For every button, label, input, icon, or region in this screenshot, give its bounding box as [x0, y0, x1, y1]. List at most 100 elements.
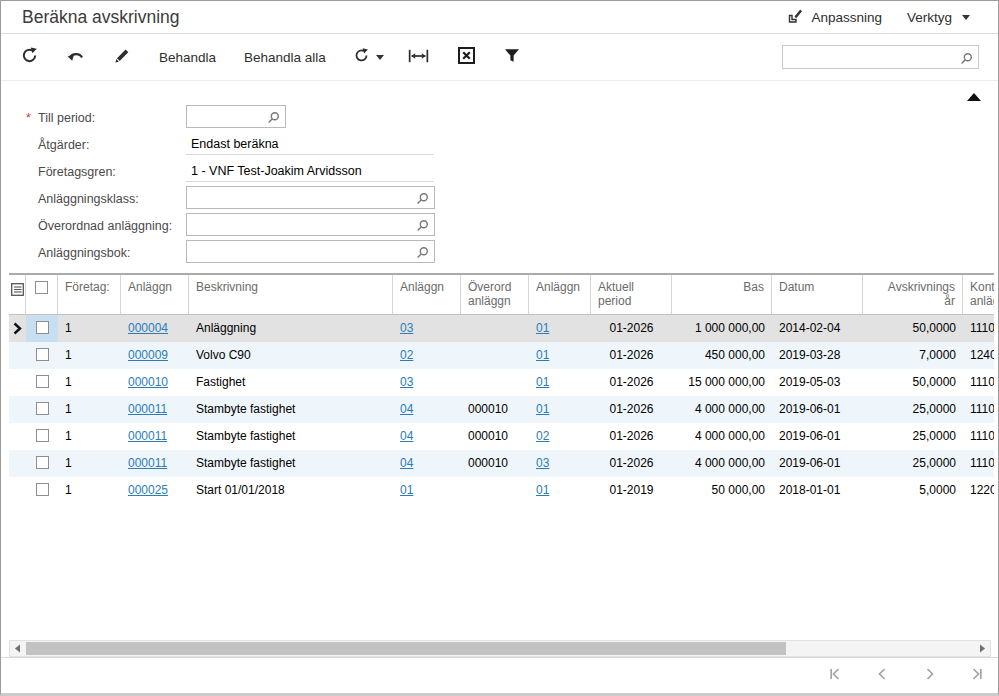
filter-button[interactable] [504, 48, 520, 67]
row-checkbox[interactable] [36, 402, 49, 415]
cell-basis[interactable]: 4 000 000,00 [672, 396, 772, 423]
grid-header-parent_asset[interactable]: Överord anläggn [461, 275, 529, 314]
process-button[interactable]: Behandla [159, 50, 216, 65]
cell-account[interactable]: 1110 [963, 423, 994, 450]
scrollbar-thumb[interactable] [26, 642, 786, 655]
lookup-search-icon[interactable] [416, 245, 429, 263]
link-asset_class[interactable]: 03 [400, 321, 413, 335]
link-asset[interactable]: 000010 [128, 375, 168, 389]
grid-header-description[interactable]: Beskrivning [189, 275, 393, 314]
cell-asset_class[interactable]: 01 [393, 477, 461, 504]
grid-header-rowicon[interactable] [9, 275, 26, 314]
cell-book[interactable]: 01 [529, 342, 591, 369]
row-checkbox[interactable] [36, 483, 49, 496]
cell-description[interactable]: Stambyte fastighet [189, 450, 393, 477]
edit-button[interactable] [114, 48, 130, 68]
cell-date[interactable]: 2018-01-01 [772, 477, 863, 504]
cell-account[interactable]: 1240 [963, 342, 994, 369]
cell-account[interactable]: 1110 [963, 450, 994, 477]
cell-period[interactable]: 01-2019 [591, 477, 672, 504]
table-row[interactable]: 1000011Stambyte fastighet040000100201-20… [9, 423, 994, 450]
grid-header-basis[interactable]: Bas [672, 275, 772, 314]
fit-width-button[interactable] [408, 49, 429, 67]
cell-description[interactable]: Start 01/01/2018 [189, 477, 393, 504]
cell-rate[interactable]: 50,0000 [863, 315, 963, 342]
link-asset_class[interactable]: 04 [400, 402, 413, 416]
cell-parent_asset[interactable] [461, 315, 529, 342]
scroll-left-icon[interactable] [10, 641, 26, 656]
lookup-search-icon[interactable] [416, 218, 429, 236]
export-excel-button[interactable] [458, 47, 475, 68]
grid-header-date[interactable]: Datum [772, 275, 863, 314]
link-book[interactable]: 01 [536, 402, 549, 416]
grid-header-account[interactable]: Kont anläg [963, 275, 994, 314]
cell-company[interactable]: 1 [58, 450, 121, 477]
link-asset[interactable]: 000009 [128, 348, 168, 362]
last-page-button[interactable] [969, 667, 984, 685]
cell-basis[interactable]: 4 000 000,00 [672, 423, 772, 450]
cell-asset[interactable]: 000010 [121, 369, 189, 396]
collapse-panel-icon[interactable] [967, 93, 981, 101]
lookup-input[interactable] [192, 189, 413, 206]
link-book[interactable]: 01 [536, 348, 549, 362]
lookup-search-icon[interactable] [416, 191, 429, 209]
cell-parent_asset[interactable]: 000010 [461, 450, 529, 477]
cell-basis[interactable]: 450 000,00 [672, 342, 772, 369]
cell-description[interactable]: Anläggning [189, 315, 393, 342]
cell-basis[interactable]: 50 000,00 [672, 477, 772, 504]
cell-book[interactable]: 01 [529, 315, 591, 342]
cell-book[interactable]: 02 [529, 423, 591, 450]
cell-book[interactable]: 01 [529, 396, 591, 423]
table-row[interactable]: 1000011Stambyte fastighet040000100301-20… [9, 450, 994, 477]
cell-rate[interactable]: 25,0000 [863, 450, 963, 477]
link-book[interactable]: 01 [536, 375, 549, 389]
link-asset[interactable]: 000011 [128, 429, 167, 443]
scroll-right-icon[interactable] [974, 641, 990, 656]
link-asset[interactable]: 000011 [128, 456, 167, 470]
row-checkbox[interactable] [36, 429, 49, 442]
cell-parent_asset[interactable] [461, 369, 529, 396]
cell-date[interactable]: 2019-06-01 [772, 396, 863, 423]
grid-header-asset[interactable]: Anläggn [121, 275, 189, 314]
row-checkbox[interactable] [36, 375, 49, 388]
cell-rate[interactable]: 7,0000 [863, 342, 963, 369]
lookup-input[interactable] [192, 216, 413, 233]
cell-parent_asset[interactable]: 000010 [461, 396, 529, 423]
cell-account[interactable]: 1110 [963, 315, 994, 342]
row-checkbox[interactable] [36, 348, 49, 361]
lookup-input[interactable] [192, 108, 264, 125]
cell-account[interactable]: 1110 [963, 396, 994, 423]
cell-company[interactable]: 1 [58, 396, 121, 423]
grid-header-period[interactable]: Aktuell period [591, 275, 672, 314]
cell-company[interactable]: 1 [58, 423, 121, 450]
next-page-button[interactable] [922, 667, 937, 685]
table-row[interactable]: 1000004Anläggning030101-20261 000 000,00… [9, 315, 994, 342]
row-checkbox[interactable] [36, 456, 49, 469]
cell-parent_asset[interactable] [461, 342, 529, 369]
cell-description[interactable]: Fastighet [189, 369, 393, 396]
cell-asset[interactable]: 000011 [121, 423, 189, 450]
cell-date[interactable]: 2019-06-01 [772, 450, 863, 477]
cell-basis[interactable]: 15 000 000,00 [672, 369, 772, 396]
row-checkbox[interactable] [36, 321, 49, 334]
cell-rate[interactable]: 25,0000 [863, 423, 963, 450]
link-asset_class[interactable]: 01 [400, 483, 413, 497]
link-book[interactable]: 03 [536, 456, 549, 470]
cell-company[interactable]: 1 [58, 369, 121, 396]
cell-asset[interactable]: 000004 [121, 315, 189, 342]
cell-rate[interactable]: 50,0000 [863, 369, 963, 396]
link-asset[interactable]: 000004 [128, 321, 168, 335]
cell-asset_class[interactable]: 04 [393, 396, 461, 423]
lookup-search-icon[interactable] [267, 110, 280, 128]
lookup-input[interactable] [192, 243, 413, 260]
link-asset[interactable]: 000025 [128, 483, 168, 497]
cell-company[interactable]: 1 [58, 315, 121, 342]
search-input[interactable] [789, 48, 949, 66]
cell-description[interactable]: Stambyte fastighet [189, 423, 393, 450]
cell-parent_asset[interactable] [461, 477, 529, 504]
cell-basis[interactable]: 1 000 000,00 [672, 315, 772, 342]
cell-period[interactable]: 01-2026 [591, 369, 672, 396]
link-book[interactable]: 01 [536, 483, 549, 497]
previous-page-button[interactable] [875, 667, 890, 685]
cell-asset[interactable]: 000011 [121, 396, 189, 423]
